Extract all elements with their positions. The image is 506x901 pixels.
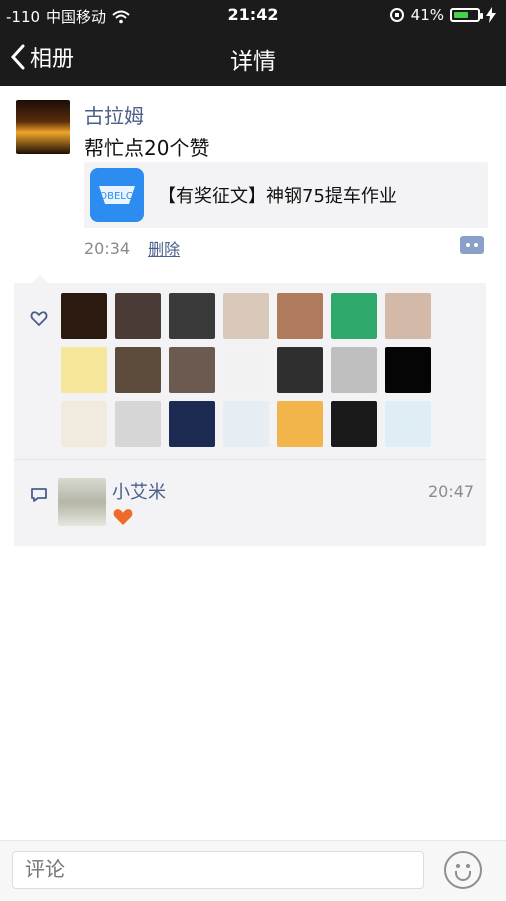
charging-icon — [486, 7, 496, 23]
commenter-name[interactable]: 小艾米 — [112, 478, 166, 504]
page-title: 详情 — [230, 49, 276, 75]
liker-avatar[interactable] — [385, 293, 431, 339]
liker-avatar[interactable] — [223, 347, 269, 393]
delete-link[interactable]: 删除 — [148, 236, 180, 260]
liker-avatar[interactable] — [169, 293, 215, 339]
post-text: 帮忙点20个赞 — [84, 136, 210, 160]
liker-avatar[interactable] — [61, 293, 107, 339]
liker-avatar[interactable] — [331, 401, 377, 447]
comment-time: 20:47 — [428, 482, 475, 501]
shared-link-card[interactable]: KOBELCO 【有奖征文】神钢75提车作业 — [84, 162, 488, 228]
status-right: 41% — [389, 6, 496, 24]
liker-avatar[interactable] — [61, 347, 107, 393]
liker-avatar[interactable] — [61, 401, 107, 447]
liker-avatar[interactable] — [115, 293, 161, 339]
shared-link-logo: KOBELCO — [90, 168, 144, 222]
shared-link-title: 【有奖征文】神钢75提车作业 — [158, 186, 397, 207]
liker-avatar[interactable] — [385, 347, 431, 393]
liker-avatar[interactable] — [277, 293, 323, 339]
liker-avatar[interactable] — [385, 401, 431, 447]
heart-outline-icon — [30, 311, 48, 326]
liker-avatar[interactable] — [115, 347, 161, 393]
author-name[interactable]: 古拉姆 — [84, 100, 144, 129]
post-time: 20:34 — [84, 238, 131, 258]
navigation-bar: 相册 详情 — [0, 30, 506, 86]
liker-avatar[interactable] — [115, 401, 161, 447]
commenter-avatar[interactable] — [58, 478, 106, 526]
battery-percent: 41% — [410, 6, 444, 24]
liker-avatar[interactable] — [331, 293, 377, 339]
status-bar: -110 中国移动 21:42 41% — [0, 0, 506, 30]
comment-input[interactable] — [12, 851, 424, 889]
liker-avatar[interactable] — [223, 293, 269, 339]
brand-logo-icon: KOBELCO — [97, 186, 137, 204]
liker-avatar[interactable] — [169, 401, 215, 447]
liker-avatar[interactable] — [277, 347, 323, 393]
more-actions-icon[interactable] — [460, 236, 484, 254]
author-avatar[interactable] — [16, 100, 70, 154]
comment-icon — [31, 488, 47, 502]
liker-avatar[interactable] — [223, 401, 269, 447]
liker-avatar[interactable] — [277, 401, 323, 447]
post-meta: 20:34 删除 — [84, 236, 180, 260]
heart-emoji-icon — [113, 509, 133, 525]
liker-avatar[interactable] — [331, 347, 377, 393]
battery-icon — [450, 8, 483, 22]
svg-text:KOBELCO: KOBELCO — [97, 191, 137, 202]
liker-avatar-grid — [61, 293, 441, 447]
emoji-icon[interactable] — [444, 851, 482, 889]
liker-avatar[interactable] — [169, 347, 215, 393]
rotation-lock-icon — [389, 8, 404, 22]
